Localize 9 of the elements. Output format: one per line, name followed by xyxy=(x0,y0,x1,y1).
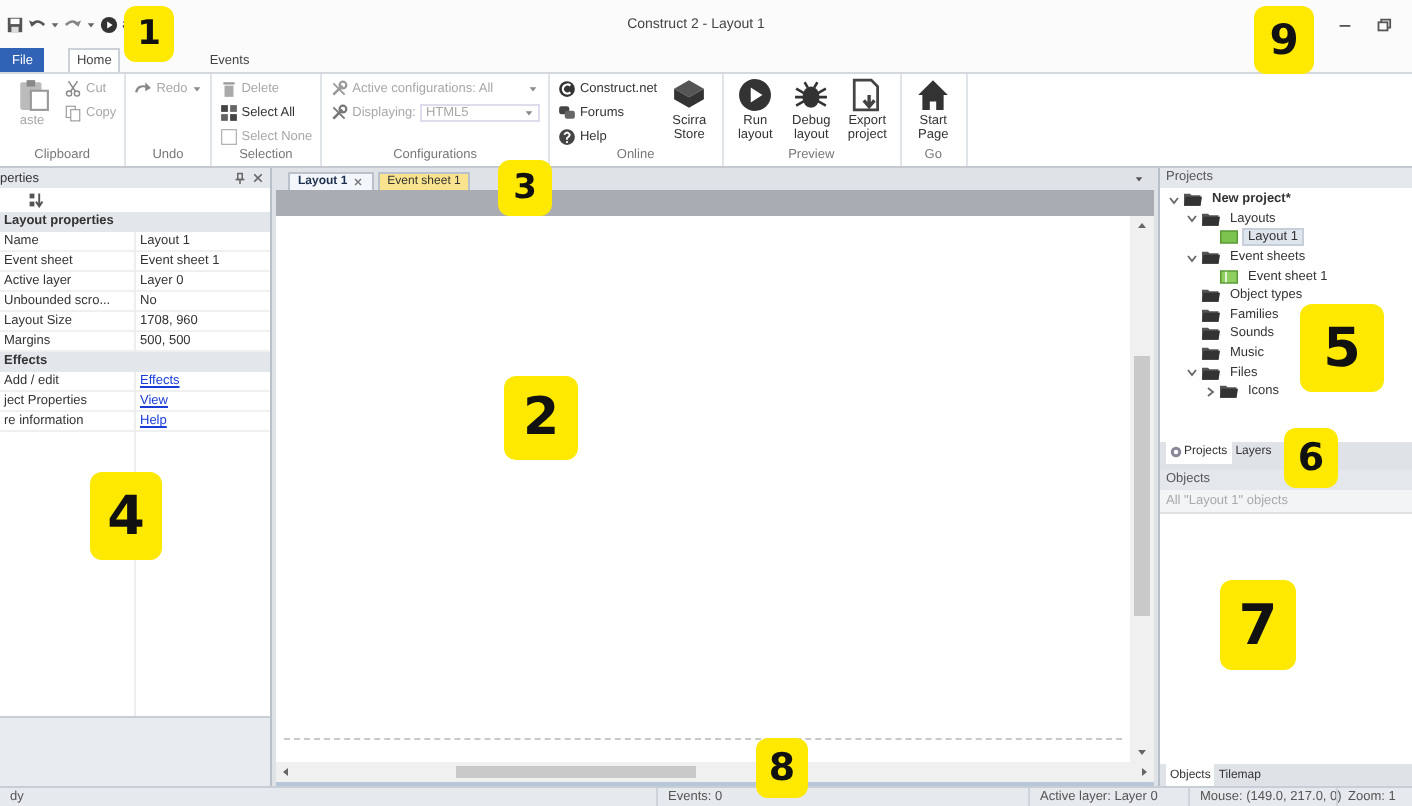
callout-number: 8 xyxy=(756,738,808,798)
callout-number: 3 xyxy=(498,160,552,216)
callout-number: 4 xyxy=(90,472,162,560)
callout-number: 1 xyxy=(124,6,174,62)
callout-number: 6 xyxy=(1284,428,1338,488)
callout-number: 2 xyxy=(504,376,578,460)
callout-number: 7 xyxy=(1220,580,1296,670)
callout-number: 9 xyxy=(1254,6,1314,74)
callout-number: 5 xyxy=(1300,304,1384,392)
